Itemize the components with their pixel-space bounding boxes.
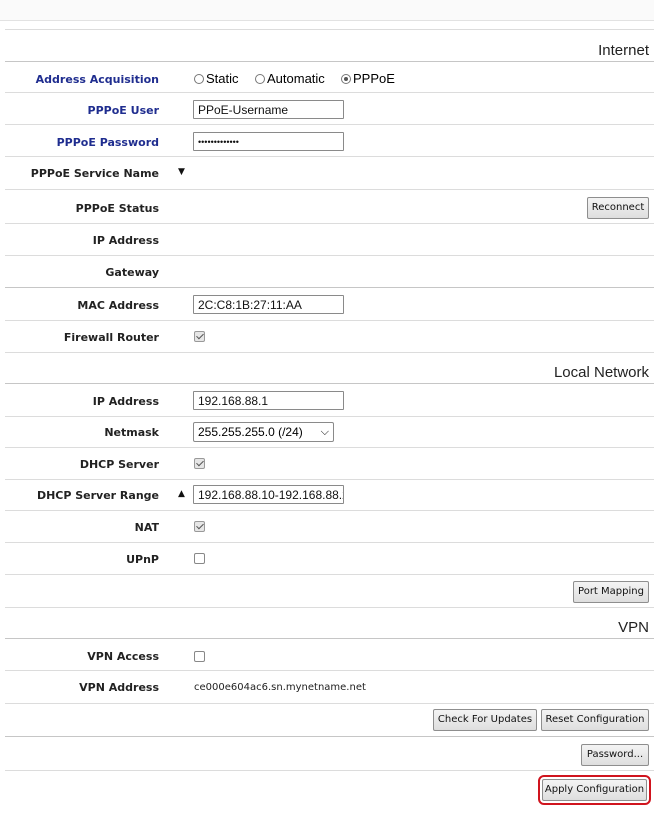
section-divider <box>5 736 654 737</box>
netmask-selected-value: 255.255.255.0 (/24) <box>198 425 303 439</box>
divider <box>5 542 654 543</box>
netmask-select[interactable]: 255.255.255.0 (/24) ⌵ <box>193 422 334 442</box>
divider <box>5 156 654 157</box>
lan-ip-address-input[interactable]: 192.168.88.1 <box>193 391 344 410</box>
reset-configuration-button[interactable]: Reset Configuration <box>541 709 649 731</box>
radio-pppoe[interactable]: PPPoE <box>341 71 395 86</box>
divider <box>5 770 654 771</box>
pppoe-ip-address-label: IP Address <box>92 234 159 247</box>
check-for-updates-button[interactable]: Check For Updates <box>433 709 537 731</box>
section-divider <box>5 287 654 288</box>
radio-static-circle[interactable] <box>194 74 204 84</box>
address-acquisition-label: Address Acquisition <box>35 73 159 86</box>
dhcp-server-range-label: DHCP Server Range <box>36 489 159 502</box>
radio-static-label: Static <box>206 71 239 86</box>
radio-pppoe-label: PPPoE <box>353 71 395 86</box>
section-divider <box>5 638 654 639</box>
top-bar <box>0 0 654 21</box>
section-divider <box>5 383 654 384</box>
vpn-access-label: VPN Access <box>87 650 159 663</box>
upnp-checkbox[interactable] <box>194 553 205 564</box>
gateway-label: Gateway <box>105 266 159 279</box>
section-title-vpn: VPN <box>618 619 649 636</box>
divider <box>5 320 654 321</box>
nat-label: NAT <box>134 521 159 534</box>
radio-pppoe-circle[interactable] <box>341 74 351 84</box>
firewall-router-label: Firewall Router <box>63 331 159 344</box>
firewall-router-checkbox[interactable] <box>194 331 205 342</box>
vpn-access-checkbox[interactable] <box>194 651 205 662</box>
port-mapping-button[interactable]: Port Mapping <box>573 581 649 603</box>
section-divider <box>5 61 654 62</box>
pppoe-user-label: PPPoE User <box>87 104 159 117</box>
password-button[interactable]: Password... <box>581 744 649 766</box>
pppoe-password-label: PPPoE Password <box>56 136 159 149</box>
divider <box>5 352 654 353</box>
mac-address-input[interactable]: 2C:C8:1B:27:11:AA <box>193 295 344 314</box>
pppoe-password-input[interactable]: ••••••••••••• <box>193 132 344 151</box>
netmask-label: Netmask <box>104 426 159 439</box>
radio-automatic[interactable]: Automatic <box>255 71 325 86</box>
chevron-down-icon: ⌵ <box>320 426 329 438</box>
radio-automatic-label: Automatic <box>267 71 325 86</box>
divider <box>5 29 654 30</box>
pppoe-status-label: PPPoE Status <box>75 202 159 215</box>
nat-checkbox[interactable] <box>194 521 205 532</box>
divider <box>5 416 654 417</box>
divider <box>5 124 654 125</box>
divider <box>5 223 654 224</box>
section-title-local-network: Local Network <box>553 364 649 381</box>
divider <box>5 510 654 511</box>
pppoe-service-name-label: PPPoE Service Name <box>30 167 159 180</box>
dhcp-server-range-input[interactable]: 192.168.88.10-192.168.88.254 <box>193 485 344 504</box>
reconnect-button[interactable]: Reconnect <box>587 197 649 219</box>
vpn-address-label: VPN Address <box>79 681 159 694</box>
divider <box>5 479 654 480</box>
pppoe-user-input[interactable]: PPoE-Username <box>193 100 344 119</box>
collapse-up-arrow-icon[interactable]: ▲ <box>178 489 185 499</box>
apply-configuration-button[interactable]: Apply Configuration <box>538 775 651 805</box>
divider <box>5 607 654 608</box>
mac-address-label: MAC Address <box>77 299 159 312</box>
divider <box>5 447 654 448</box>
expand-down-arrow-icon[interactable]: ▼ <box>178 167 185 177</box>
section-title-internet: Internet <box>598 42 649 59</box>
divider <box>5 92 654 93</box>
divider <box>5 574 654 575</box>
radio-automatic-circle[interactable] <box>255 74 265 84</box>
divider <box>5 703 654 704</box>
vpn-address-value: ce000e604ac6.sn.mynetname.net <box>194 682 366 693</box>
upnp-label: UPnP <box>126 553 159 566</box>
lan-ip-address-label: IP Address <box>92 395 159 408</box>
divider <box>5 189 654 190</box>
divider <box>5 255 654 256</box>
dhcp-server-checkbox[interactable] <box>194 458 205 469</box>
dhcp-server-label: DHCP Server <box>79 458 159 471</box>
radio-static[interactable]: Static <box>194 71 239 86</box>
divider <box>5 670 654 671</box>
